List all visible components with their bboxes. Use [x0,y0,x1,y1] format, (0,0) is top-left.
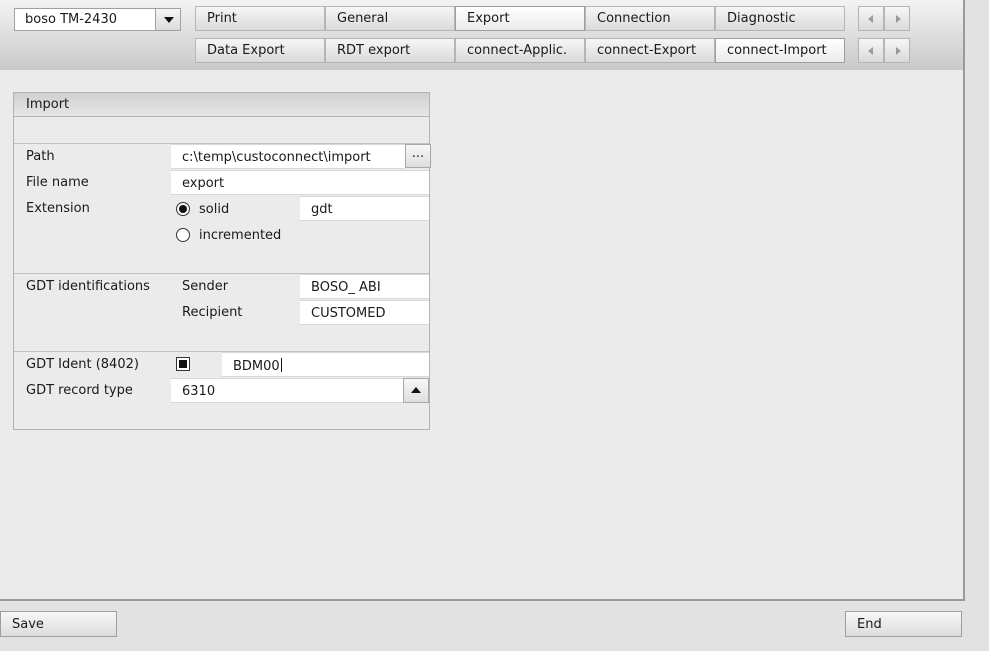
filename-label: File name [26,175,89,190]
recipient-input[interactable]: CUSTOMED [300,300,429,325]
filename-input[interactable]: export [171,170,429,195]
scroll-right-icon[interactable] [884,38,910,63]
recipient-label: Recipient [182,305,243,320]
gdt-ident-value: BDM00 [233,359,280,374]
radio-incremented[interactable] [176,228,190,242]
device-select[interactable]: boso TM-2430 [14,8,181,31]
tab-connect-import[interactable]: connect-Import [715,38,845,63]
scroll-right-icon[interactable] [884,6,910,31]
scroll-left-icon[interactable] [858,6,884,31]
path-label: Path [26,149,55,164]
tab-general[interactable]: General [325,6,455,31]
radio-incremented-label: incremented [199,228,282,243]
tab-connection[interactable]: Connection [585,6,715,31]
tab-rdt-export[interactable]: RDT export [325,38,455,63]
spin-up-icon[interactable] [403,378,429,403]
scroll-left-icon[interactable] [858,38,884,63]
extension-label: Extension [26,201,90,216]
gdt-record-type-label: GDT record type [26,383,133,398]
tab-connect-export[interactable]: connect-Export [585,38,715,63]
import-group-title: Import [14,93,429,117]
gdt-identifications-label: GDT identifications [26,279,150,294]
tab-connect-applic[interactable]: connect-Applic. [455,38,585,63]
path-input[interactable]: c:\temp\custoconnect\import [171,144,405,169]
tab-scroll-row2 [858,38,910,63]
tab-data-export[interactable]: Data Export [195,38,325,63]
import-group: Import Path c:\temp\custoconnect\import … [13,92,431,430]
gdt-ident-checkbox[interactable] [176,357,190,371]
radio-solid[interactable] [176,202,190,216]
device-select-value: boso TM-2430 [25,12,117,27]
sender-label: Sender [182,279,229,294]
main-panel: boso TM-2430 Print General Export Connec… [0,0,965,601]
extension-input[interactable]: gdt [300,196,429,221]
tab-diagnostic[interactable]: Diagnostic [715,6,845,31]
gdt-ident-input[interactable]: BDM00 [222,352,429,377]
chevron-down-icon[interactable] [155,9,180,30]
radio-solid-label: solid [199,202,230,217]
end-button[interactable]: End [845,611,962,637]
text-cursor [280,358,282,372]
save-button[interactable]: Save [0,611,117,637]
browse-button[interactable]: ... [405,144,431,168]
tab-export[interactable]: Export [455,6,585,31]
gdt-ident-label: GDT Ident (8402) [26,357,139,372]
header-band: boso TM-2430 Print General Export Connec… [0,0,963,70]
tab-scroll-row1 [858,6,910,31]
gdt-record-type-input[interactable]: 6310 [171,378,403,403]
tab-print[interactable]: Print [195,6,325,31]
sender-input[interactable]: BOSO_ ABI [300,274,429,299]
